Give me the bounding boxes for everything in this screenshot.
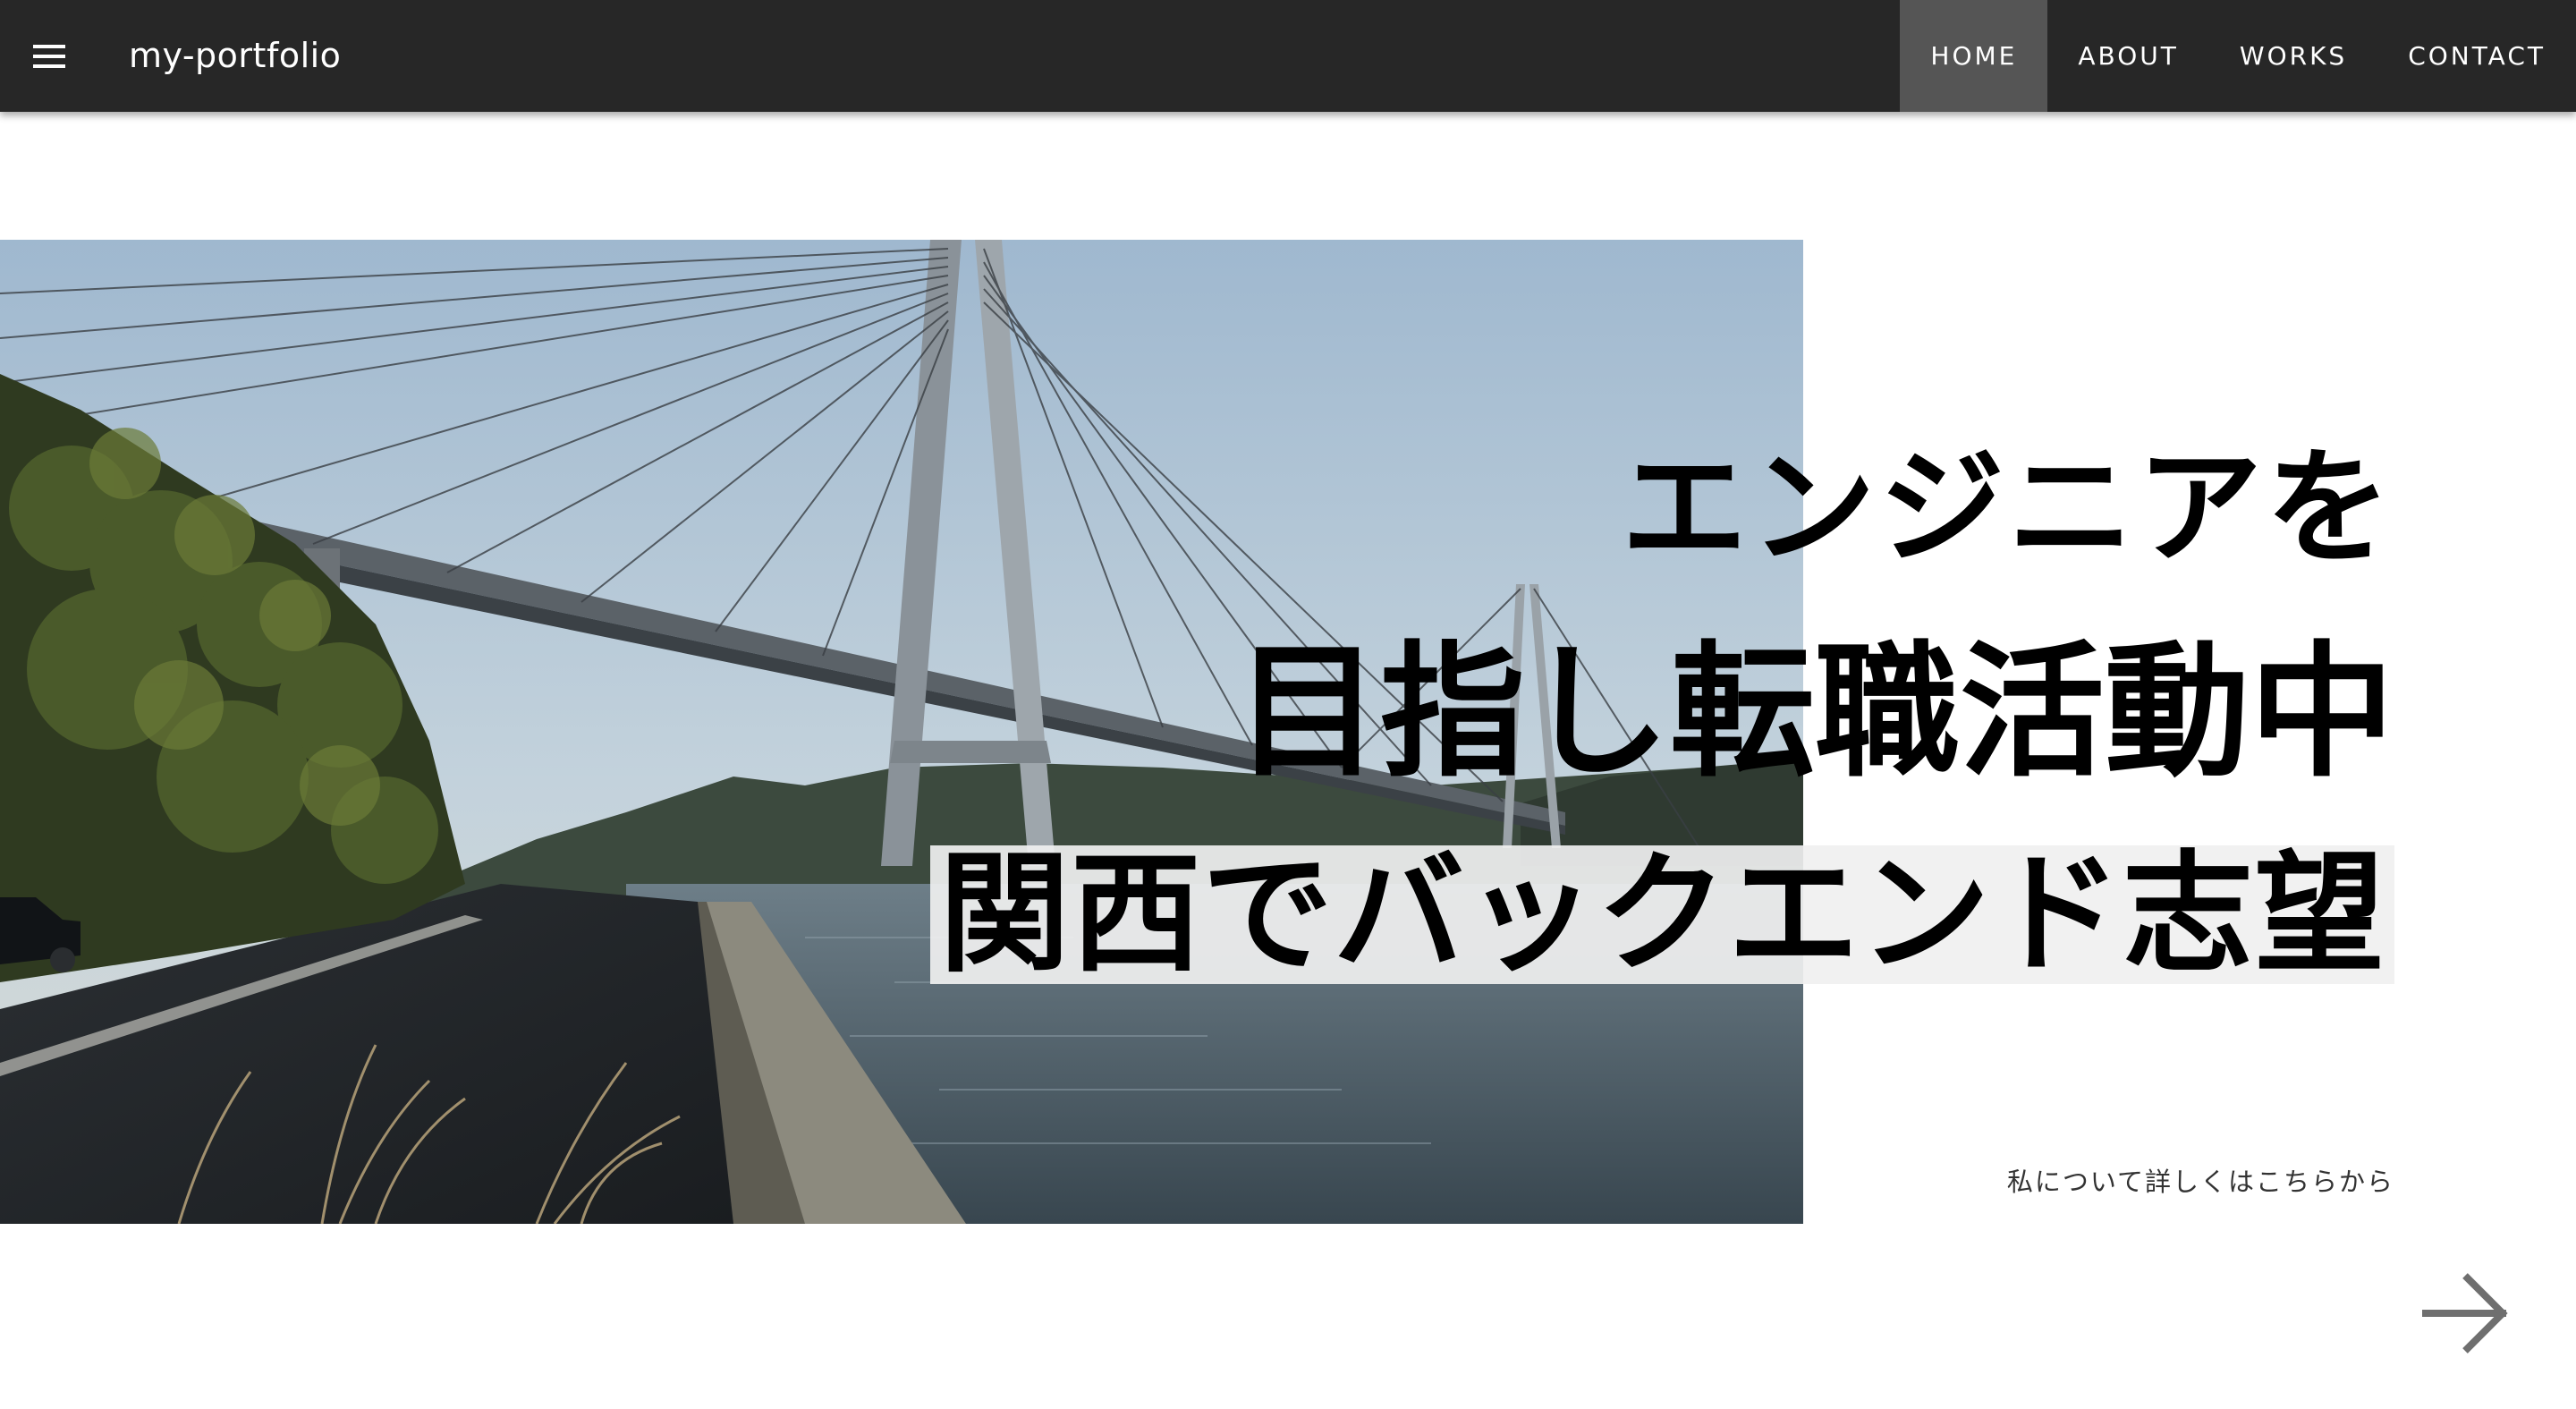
nav-home-link[interactable]: HOME: [1900, 0, 2048, 112]
top-navbar: my-portfolio HOME ABOUT WORKS CONTACT: [0, 0, 2576, 112]
nav-works-link[interactable]: WORKS: [2209, 0, 2377, 112]
hamburger-menu-icon[interactable]: [27, 34, 72, 79]
hero-headline-line1: エンジニアを: [1621, 436, 2394, 581]
arrow-right-icon[interactable]: [2420, 1270, 2510, 1360]
hero-headline-line2: 目指し転職活動中: [1235, 629, 2394, 797]
nav-contact-link[interactable]: CONTACT: [2377, 0, 2576, 112]
hero-headline-line3: 関西でバックエンド志望: [930, 845, 2394, 984]
about-me-link[interactable]: 私について詳しくはこちらから: [2007, 1161, 2394, 1199]
main-nav: HOME ABOUT WORKS CONTACT: [1900, 0, 2576, 112]
site-brand-link[interactable]: my-portfolio: [129, 30, 341, 81]
nav-about-link[interactable]: ABOUT: [2047, 0, 2209, 112]
